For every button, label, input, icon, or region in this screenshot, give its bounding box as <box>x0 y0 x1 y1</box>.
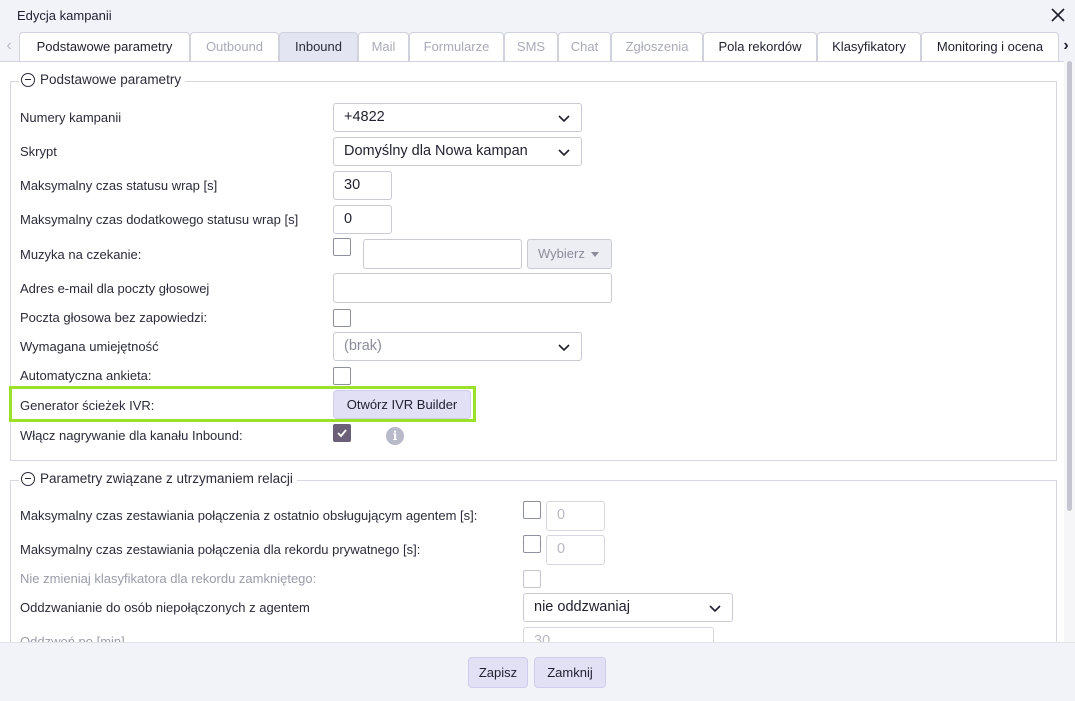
wybierz-button[interactable]: Wybierz <box>527 239 612 269</box>
oddzwon-label: Oddzwoń po [min] <box>20 634 125 642</box>
chevron-down-icon <box>558 149 570 157</box>
klasyfikator-checkbox[interactable] <box>523 570 541 588</box>
prywatny-time-checkbox[interactable] <box>523 535 541 553</box>
dialog-footer: Zapisz Zamknij <box>0 642 1075 701</box>
numery-kampanii-label: Numery kampanii <box>20 110 122 125</box>
wrap-extra-time-label: Maksymalny czas dodatkowego statusu wrap… <box>20 212 299 227</box>
save-button[interactable]: Zapisz <box>468 657 528 688</box>
numery-kampanii-select[interactable]: +4822 <box>333 103 582 132</box>
tab-formularze[interactable]: Formularze <box>409 32 504 61</box>
agent-time-input[interactable]: 0 <box>546 501 605 531</box>
tab-sms[interactable]: SMS <box>504 32 558 61</box>
umiejetnosc-select[interactable]: (brak) <box>333 332 582 361</box>
poczta-checkbox[interactable] <box>333 309 351 327</box>
section-title: Parametry związane z utrzymaniem relacji <box>40 471 293 486</box>
ankieta-checkbox[interactable] <box>333 367 351 385</box>
tab-monitoring-i-ocena[interactable]: Monitoring i ocena <box>921 32 1059 61</box>
email-label: Adres e-mail dla poczty głosowej <box>20 281 210 296</box>
scrollbar-thumb[interactable] <box>1067 61 1072 511</box>
muzyka-checkbox[interactable] <box>333 238 351 256</box>
oddzwanianie-label: Oddzwanianie do osób niepołączonych z ag… <box>20 600 310 615</box>
tab-mail[interactable]: Mail <box>358 32 409 61</box>
skrypt-select[interactable]: Domyślny dla Nowa kampan <box>333 137 582 166</box>
tab-zgloszenia[interactable]: Zgłoszenia <box>611 32 703 61</box>
agent-time-checkbox[interactable] <box>523 501 541 519</box>
oddzwon-input[interactable]: 30 <box>523 627 714 642</box>
umiejetnosc-label: Wymagana umiejętność <box>20 339 159 354</box>
skrypt-label: Skrypt <box>20 144 57 159</box>
dialog-title: Edycja kampanii <box>17 8 112 23</box>
prywatny-time-input[interactable]: 0 <box>546 535 605 565</box>
tab-pola-rekordow[interactable]: Pola rekordów <box>703 32 817 61</box>
wrap-time-label: Maksymalny czas statusu wrap [s] <box>20 178 218 193</box>
tabs-scroll-right-icon[interactable]: › <box>1059 37 1073 55</box>
collapse-minus-icon[interactable] <box>21 72 35 87</box>
chevron-down-icon <box>709 605 721 613</box>
nagrywanie-checkbox[interactable] <box>333 424 351 442</box>
wybierz-label: Wybierz <box>538 246 585 261</box>
poczta-label: Poczta głosowa bez zapowiedzi: <box>20 310 208 325</box>
oddzwanianie-value: nie oddzwaniaj <box>534 599 630 615</box>
agent-time-label: Maksymalny czas zestawiania połączenia z… <box>20 508 478 523</box>
open-ivr-builder-button[interactable]: Otwórz IVR Builder <box>333 390 471 419</box>
section-relacji-legend: Parametry związane z utrzymaniem relacji <box>19 471 297 486</box>
muzyka-label: Muzyka na czekanie: <box>20 247 142 262</box>
vertical-scrollbar[interactable] <box>1064 61 1075 642</box>
close-button[interactable]: Zamknij <box>534 657 606 688</box>
tab-chat[interactable]: Chat <box>558 32 611 61</box>
wrap-extra-time-input[interactable]: 0 <box>333 205 392 234</box>
caret-down-icon <box>590 252 599 258</box>
chevron-down-icon <box>558 344 570 352</box>
umiejetnosc-value: (brak) <box>344 338 382 354</box>
chevron-down-icon <box>558 115 570 123</box>
email-input[interactable] <box>333 273 612 303</box>
close-icon[interactable] <box>1049 6 1067 24</box>
muzyka-input[interactable] <box>363 239 522 269</box>
ankieta-label: Automatyczna ankieta: <box>20 368 152 383</box>
dialog-title-bar: Edycja kampanii <box>0 0 1075 31</box>
skrypt-value: Domyślny dla Nowa kampan <box>344 143 528 159</box>
section-podstawowe-legend: Podstawowe parametry <box>19 72 186 87</box>
ivr-label: Generator ścieżek IVR: <box>20 398 155 413</box>
tab-outbound[interactable]: Outbound <box>190 32 279 61</box>
numery-kampanii-value: +4822 <box>344 109 385 125</box>
klasyfikator-label: Nie zmieniaj klasyfikatora dla rekordu z… <box>20 571 317 586</box>
tabs-scroll-left-icon[interactable]: ‹ <box>2 37 16 55</box>
tab-podstawowe-parametry[interactable]: Podstawowe parametry <box>19 32 190 61</box>
oddzwanianie-select[interactable]: nie oddzwaniaj <box>523 593 733 622</box>
wrap-time-input[interactable]: 30 <box>333 171 392 200</box>
info-icon[interactable]: i <box>386 427 404 445</box>
checkmark-icon <box>337 429 347 438</box>
tab-klasyfikatory[interactable]: Klasyfikatory <box>817 32 921 61</box>
dialog-content: Podstawowe parametry Numery kampanii +48… <box>0 61 1064 642</box>
collapse-minus-icon[interactable] <box>21 471 35 486</box>
nagrywanie-label: Włącz nagrywanie dla kanału Inbound: <box>20 428 243 443</box>
tab-bar: ‹ Podstawowe parametry Outbound Inbound … <box>0 31 1075 61</box>
tab-inbound[interactable]: Inbound <box>279 32 358 61</box>
section-title: Podstawowe parametry <box>40 72 182 87</box>
prywatny-time-label: Maksymalny czas zestawiania połączenia d… <box>20 542 421 557</box>
